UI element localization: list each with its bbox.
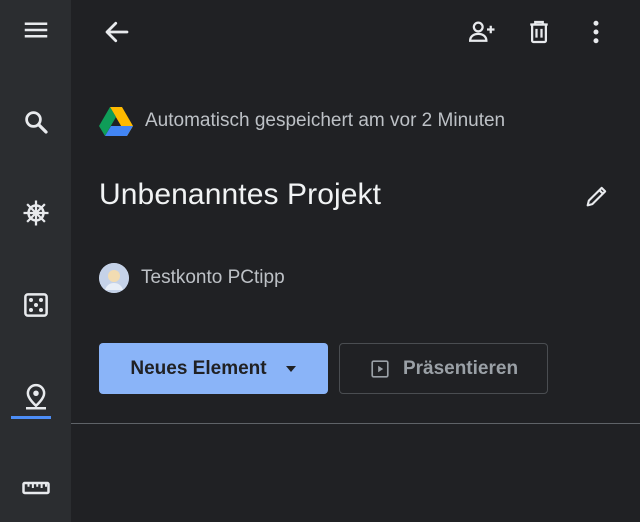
search-icon — [24, 111, 48, 134]
dropdown-arrow-icon — [285, 365, 296, 372]
ruler-button[interactable] — [0, 458, 71, 518]
trash-icon — [530, 20, 548, 44]
share-button[interactable] — [460, 10, 504, 54]
menu-button[interactable] — [0, 0, 71, 60]
more-options-button[interactable] — [574, 10, 618, 54]
play-icon — [371, 359, 389, 378]
active-indicator — [11, 416, 51, 419]
user-avatar-icon — [99, 263, 129, 293]
ruler-icon — [21, 481, 50, 495]
back-button[interactable] — [95, 10, 139, 54]
project-owner: Testkonto PCtipp — [99, 263, 285, 293]
pencil-icon — [586, 186, 607, 207]
ship-wheel-button[interactable] — [0, 183, 71, 243]
add-person-icon — [468, 21, 495, 42]
arrow-back-icon — [105, 21, 129, 43]
nav-rail — [0, 0, 71, 522]
new-element-label: Neues Element — [130, 357, 267, 379]
present-label: Präsentieren — [402, 357, 519, 379]
present-button[interactable]: Präsentieren — [339, 343, 548, 394]
project-panel: Automatisch gespeichert am vor 2 Minuten… — [71, 0, 640, 522]
dice-icon — [23, 293, 48, 317]
edit-title-button[interactable] — [575, 174, 619, 218]
more-vert-icon — [593, 20, 599, 44]
map-pin-icon — [25, 383, 46, 410]
search-button[interactable] — [0, 92, 71, 152]
saved-status-text: Automatisch gespeichert am vor 2 Minuten — [145, 110, 506, 131]
delete-button[interactable] — [517, 10, 561, 54]
google-drive-icon — [99, 107, 133, 136]
menu-icon — [24, 22, 47, 38]
owner-name: Testkonto PCtipp — [141, 267, 285, 288]
new-element-button[interactable]: Neues Element — [99, 343, 328, 394]
save-status: Automatisch gespeichert am vor 2 Minuten — [99, 106, 505, 136]
divider — [71, 423, 640, 424]
ship-wheel-icon — [23, 200, 48, 226]
avatar — [99, 263, 129, 293]
project-title[interactable]: Unbenanntes Projekt — [99, 178, 381, 212]
dice-button[interactable] — [0, 275, 71, 335]
